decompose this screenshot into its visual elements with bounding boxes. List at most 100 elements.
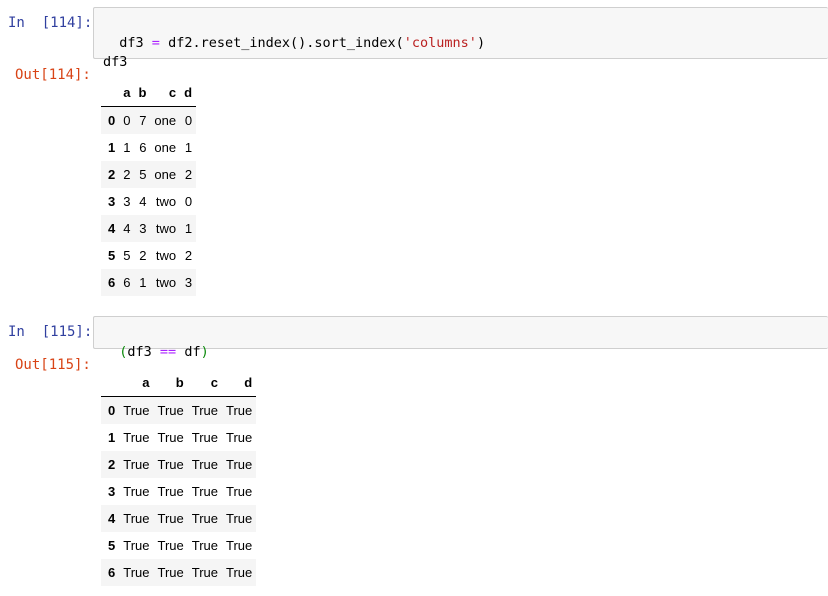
column-header-d: d	[180, 78, 197, 107]
row-index: 1	[108, 430, 116, 445]
table-header-row: abcd	[101, 78, 197, 107]
table-header: abcd	[101, 78, 197, 107]
row-index: 4	[108, 511, 116, 526]
table-cell: 0	[123, 113, 131, 128]
index-header	[101, 78, 120, 107]
code-token: df2.reset_index().sort_index(	[168, 35, 404, 51]
row-index: 2	[108, 457, 116, 472]
table-row: 4 True True True True	[101, 505, 257, 532]
table-row: 5 True True True True	[101, 532, 256, 559]
row-index: 0	[108, 403, 116, 418]
row-index: 4	[108, 221, 116, 236]
table-row: 1 1 6 one 1	[101, 134, 196, 161]
output-prompt-115: Out[115]:	[15, 357, 91, 373]
dataframe-output-114: abcd 0 0 7 one 0 1 1 6 one 1 2 2 5 one 2 3 3 4 two 0 4 4 3 two 1…	[101, 78, 197, 296]
row-index: 1	[108, 140, 116, 155]
table-cell: 0	[184, 194, 193, 209]
table-cell: two	[155, 194, 177, 209]
code-operator: =	[151, 35, 160, 51]
table-cell: True	[225, 484, 253, 499]
table-cell: True	[225, 565, 253, 580]
code-token: df3	[119, 35, 144, 51]
table-cell: True	[123, 484, 150, 499]
row-index: 0	[108, 113, 116, 128]
table-cell: 2	[184, 167, 193, 182]
row-index: 3	[108, 484, 116, 499]
row-index: 6	[108, 275, 116, 290]
table-row: 6 True True True True	[101, 559, 257, 586]
table-row: 6 6 1 two 3	[101, 269, 197, 296]
table-cell: True	[157, 538, 184, 553]
table-row: 2 True True True True	[101, 451, 257, 478]
table-row: 0 True True True True	[101, 396, 257, 424]
table-cell: 3	[184, 275, 193, 290]
table-body: 0 True True True True 1 True True True True 2 True T…	[101, 396, 257, 586]
table-cell: True	[191, 457, 218, 472]
row-index: 3	[108, 194, 116, 209]
table-cell: True	[225, 430, 253, 445]
table-cell: True	[191, 430, 218, 445]
table-cell: True	[191, 538, 218, 553]
table-cell: 1	[139, 275, 147, 290]
table-cell: 3	[123, 194, 131, 209]
table-cell: True	[157, 403, 184, 418]
row-index: 5	[108, 248, 116, 263]
column-header-a: a	[119, 78, 135, 107]
column-header-c: c	[187, 368, 222, 397]
table-row: 5 5 2 two 2	[101, 242, 196, 269]
table-cell: True	[225, 511, 253, 526]
row-index: 5	[108, 538, 116, 553]
table-cell: True	[157, 565, 184, 580]
table-cell: True	[191, 511, 218, 526]
table-cell: True	[123, 457, 150, 472]
table-cell: True	[225, 403, 253, 418]
table-row: 4 4 3 two 1	[101, 215, 197, 242]
table-cell: True	[157, 457, 184, 472]
table-cell: True	[123, 403, 150, 418]
code-token: )	[476, 35, 486, 51]
column-header-a: a	[119, 368, 154, 397]
table-row: 3 3 4 two 0	[101, 188, 196, 215]
table-cell: True	[157, 484, 184, 499]
table-cell: 6	[123, 275, 131, 290]
table-row: 1 True True True True	[101, 424, 256, 451]
code-paren: )	[200, 344, 209, 360]
table-cell: two	[155, 248, 177, 263]
table-body: 0 0 7 one 0 1 1 6 one 1 2 2 5 one 2 3 3 4 two 0 4 4 3 two 1 5 5 2 tw…	[101, 106, 197, 296]
table-cell: two	[155, 275, 177, 290]
code-token: df	[176, 344, 201, 360]
table-cell: one	[154, 140, 177, 155]
table-cell: True	[123, 430, 150, 445]
column-header-b: b	[153, 368, 188, 397]
code-operator: ==	[159, 344, 177, 360]
code-token: df3	[103, 54, 128, 70]
table-cell: True	[123, 511, 150, 526]
column-header-d: d	[221, 368, 257, 397]
table-cell: True	[225, 457, 253, 472]
code-token: df3	[127, 344, 160, 360]
table-cell: True	[123, 565, 150, 580]
code-cell-115[interactable]: (df3 == df)	[93, 316, 828, 360]
output-prompt-114: Out[114]:	[15, 67, 91, 83]
table-cell: 7	[139, 113, 147, 128]
table-cell: True	[157, 511, 184, 526]
table-cell: 2	[184, 248, 193, 263]
table-cell: 6	[139, 140, 147, 155]
table-cell: 1	[123, 140, 131, 155]
row-index: 6	[108, 565, 116, 580]
table-row: 0 0 7 one 0	[101, 106, 197, 134]
table-cell: True	[157, 430, 184, 445]
table-row: 3 True True True True	[101, 478, 256, 505]
table-cell: 5	[123, 248, 131, 263]
code-cell-114[interactable]: df3 = df2.reset_index().sort_index('colu…	[93, 7, 828, 70]
table-cell: one	[154, 113, 177, 128]
table-row: 2 2 5 one 2	[101, 161, 197, 188]
table-cell: True	[123, 538, 150, 553]
table-cell: 5	[139, 167, 147, 182]
table-cell: one	[154, 167, 177, 182]
index-header	[101, 368, 120, 397]
table-cell: True	[191, 403, 218, 418]
table-cell: 2	[123, 167, 131, 182]
input-prompt-114: In [114]:	[8, 15, 93, 31]
table-cell: 4	[123, 221, 131, 236]
